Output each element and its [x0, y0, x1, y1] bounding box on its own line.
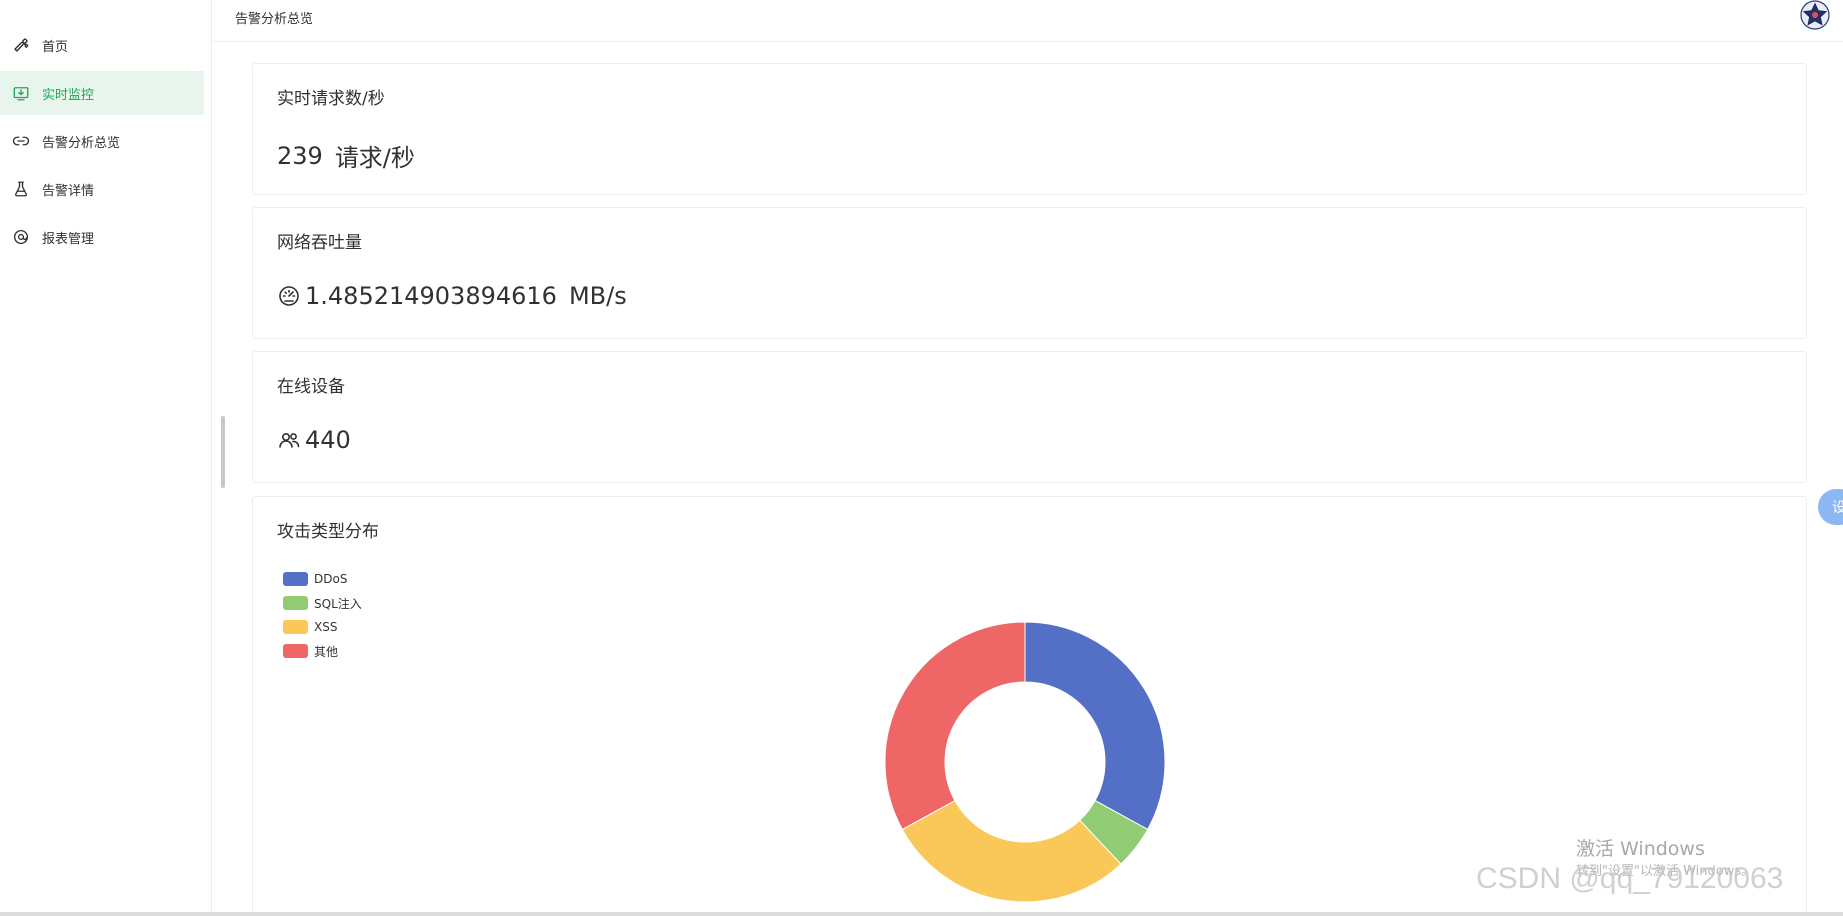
sidebar-item-label: 告警分析总览 — [42, 135, 121, 151]
sidebar-item-home[interactable]: 首页 — [0, 23, 204, 67]
star-badge-icon[interactable] — [1800, 0, 1830, 30]
card-value: 440 — [277, 426, 351, 454]
floating-settings-button[interactable]: 设 — [1818, 489, 1843, 525]
top-header: 告警分析总览 — [212, 0, 1843, 42]
flask-icon — [12, 180, 30, 198]
sidebar-item-realtime-monitor[interactable]: 实时监控 — [0, 71, 204, 115]
at-circle-icon — [12, 228, 30, 246]
bottom-edge-bar — [0, 912, 1843, 916]
breadcrumb: 告警分析总览 — [235, 12, 314, 27]
card-title: 在线设备 — [277, 377, 345, 397]
card-title: 实时请求数/秒 — [277, 89, 385, 109]
legend-item[interactable]: 其他 — [283, 639, 362, 663]
sidebar-item-alert-details[interactable]: 告警详情 — [0, 167, 204, 211]
devices-value: 440 — [305, 426, 351, 454]
card-requests-per-second: 实时请求数/秒 239 请求/秒 — [252, 63, 1807, 195]
donut-slice-ddos[interactable] — [1024, 621, 1166, 831]
wrench-icon — [12, 36, 30, 54]
legend-label: 其他 — [314, 644, 339, 659]
card-network-throughput: 网络吞吐量 1.485214903894616 MB/s — [252, 207, 1807, 339]
throughput-value: 1.485214903894616 — [305, 282, 557, 310]
attack-donut-chart — [884, 621, 1166, 903]
floating-button-label: 设 — [1832, 500, 1843, 516]
legend-swatch — [283, 572, 308, 586]
link-icon — [12, 132, 30, 150]
donut-slice-其他[interactable] — [884, 621, 1026, 831]
legend-swatch — [283, 620, 308, 634]
card-title: 攻击类型分布 — [277, 522, 379, 542]
csdn-watermark: CSDN @qq_79120063 — [1476, 862, 1784, 895]
sidebar-item-label: 首页 — [42, 39, 69, 55]
legend-label: SQL注入 — [314, 596, 362, 611]
speedometer-icon — [277, 284, 301, 308]
card-online-devices: 在线设备 440 — [252, 351, 1807, 483]
rps-unit: 请求/秒 — [334, 144, 415, 172]
legend-label: DDoS — [314, 572, 348, 586]
chart-legend: DDoS SQL注入 XSS 其他 — [283, 567, 362, 663]
rps-value: 239 — [277, 141, 323, 170]
card-attack-distribution: 攻击类型分布 DDoS SQL注入 XSS 其他 — [252, 496, 1807, 916]
sidebar-item-report-management[interactable]: 报表管理 — [0, 215, 204, 259]
sidebar-item-alert-overview[interactable]: 告警分析总览 — [0, 119, 204, 163]
legend-swatch — [283, 644, 308, 658]
sidebar: 首页 实时监控 告警分析总览 告警详情 报表管理 — [0, 0, 212, 916]
card-value: 239 请求/秒 — [277, 138, 415, 173]
card-value: 1.485214903894616 MB/s — [277, 282, 627, 310]
sidebar-item-label: 报表管理 — [42, 231, 95, 247]
card-title: 网络吞吐量 — [277, 233, 362, 253]
sidebar-item-label: 实时监控 — [42, 87, 95, 103]
sidebar-scrollbar[interactable] — [221, 416, 225, 488]
legend-label: XSS — [314, 620, 338, 634]
legend-item[interactable]: SQL注入 — [283, 591, 362, 615]
legend-swatch — [283, 596, 308, 610]
throughput-unit: MB/s — [568, 282, 627, 310]
users-icon — [277, 428, 301, 452]
monitor-download-icon — [12, 84, 30, 102]
sidebar-item-label: 告警详情 — [42, 183, 95, 199]
windows-activate-title: 激活 Windows — [1576, 838, 1705, 860]
legend-item[interactable]: XSS — [283, 615, 362, 639]
legend-item[interactable]: DDoS — [283, 567, 362, 591]
